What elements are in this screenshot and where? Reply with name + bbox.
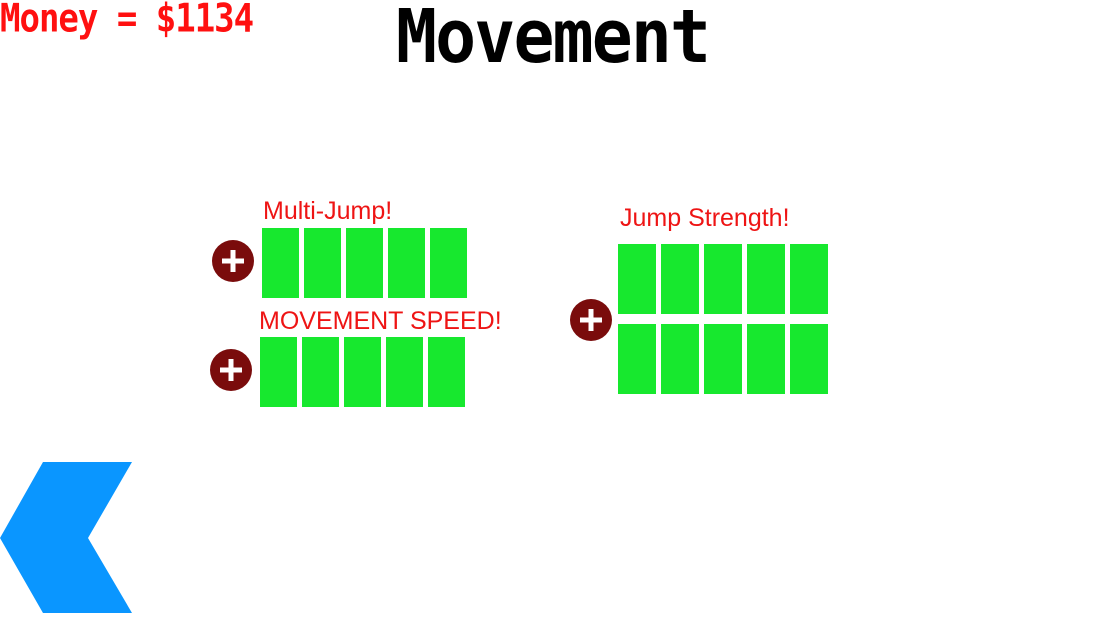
level-segment — [618, 244, 656, 314]
level-segment — [704, 244, 742, 314]
chevron-left-icon — [0, 462, 132, 613]
level-segment — [260, 337, 297, 407]
movement-speed-upgrade-button[interactable] — [210, 349, 252, 391]
movement-speed-label: MOVEMENT SPEED! — [259, 307, 502, 335]
level-segment — [661, 244, 699, 314]
level-segment — [661, 324, 699, 394]
multi-jump-label: Multi-Jump! — [263, 197, 393, 225]
level-segment — [618, 324, 656, 394]
money-counter: Money = $1134 — [0, 0, 254, 42]
multi-jump-upgrade-button[interactable] — [212, 240, 254, 282]
level-segment — [428, 337, 465, 407]
level-segment — [790, 244, 828, 314]
level-segment — [747, 244, 785, 314]
jump-strength-label: Jump Strength! — [620, 204, 790, 232]
level-segment — [388, 228, 425, 298]
jump-strength-level-bar-row-2 — [618, 324, 828, 394]
level-segment — [704, 324, 742, 394]
multi-jump-level-bar — [262, 228, 467, 298]
level-segment — [346, 228, 383, 298]
level-segment — [430, 228, 467, 298]
level-segment — [304, 228, 341, 298]
level-segment — [790, 324, 828, 394]
page-title: Movement — [396, 0, 711, 80]
level-segment — [262, 228, 299, 298]
jump-strength-upgrade-button[interactable] — [570, 299, 612, 341]
back-button[interactable] — [0, 462, 132, 614]
movement-speed-level-bar — [260, 337, 465, 407]
level-segment — [344, 337, 381, 407]
level-segment — [302, 337, 339, 407]
jump-strength-level-bar-row-1 — [618, 244, 828, 314]
level-segment — [747, 324, 785, 394]
level-segment — [386, 337, 423, 407]
